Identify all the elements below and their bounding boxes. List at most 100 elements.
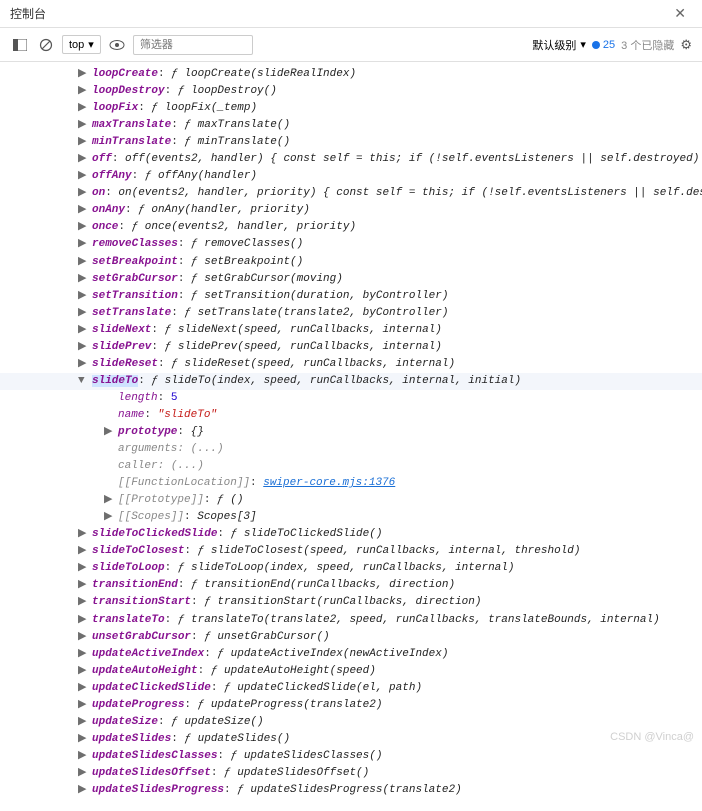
source-link[interactable]: swiper-core.mjs:1376 bbox=[263, 477, 395, 489]
expand-arrow-icon[interactable]: ▶ bbox=[104, 492, 112, 509]
expand-arrow-icon[interactable]: ▶ bbox=[78, 66, 86, 83]
expand-arrow-icon[interactable]: ▶ bbox=[78, 185, 86, 202]
property-row[interactable]: ▶translateTo: ƒ translateTo(translate2, … bbox=[0, 612, 702, 629]
property-row[interactable]: ▶unsetGrabCursor: ƒ unsetGrabCursor() bbox=[0, 629, 702, 646]
property-row[interactable]: ▼slideTo: ƒ slideTo(index, speed, runCal… bbox=[0, 373, 702, 390]
property-row[interactable]: ▶updateSize: ƒ updateSize() bbox=[0, 714, 702, 731]
expand-arrow-icon[interactable]: ▶ bbox=[78, 577, 86, 594]
expand-arrow-icon[interactable]: ▶ bbox=[78, 697, 86, 714]
close-icon[interactable]: ✕ bbox=[668, 3, 692, 24]
property-row[interactable]: ▶transitionStart: ƒ transitionStart(runC… bbox=[0, 594, 702, 611]
property-row[interactable]: ▶updateSlides: ƒ updateSlides() bbox=[0, 731, 702, 748]
context-selector[interactable]: top ▾ bbox=[62, 35, 101, 54]
property-row[interactable]: ▶loopDestroy: ƒ loopDestroy() bbox=[0, 83, 702, 100]
expand-arrow-icon[interactable]: ▶ bbox=[78, 339, 86, 356]
property-row[interactable]: ▶onAny: ƒ onAny(handler, priority) bbox=[0, 202, 702, 219]
property-value: ƒ slideToClickedSlide() bbox=[231, 528, 383, 540]
property-row[interactable]: ▶updateSlidesClasses: ƒ updateSlidesClas… bbox=[0, 748, 702, 765]
property-row[interactable]: ▶updateSlidesOffset: ƒ updateSlidesOffse… bbox=[0, 765, 702, 782]
property-name: on bbox=[92, 187, 105, 199]
expand-arrow-icon[interactable]: ▶ bbox=[78, 543, 86, 560]
expand-arrow-icon[interactable]: ▶ bbox=[78, 271, 86, 288]
expand-arrow-icon[interactable]: ▶ bbox=[78, 560, 86, 577]
property-detail[interactable]: ▶[[Prototype]]: ƒ () bbox=[0, 492, 702, 509]
expand-arrow-icon[interactable]: ▶ bbox=[78, 219, 86, 236]
property-row[interactable]: ▶slideNext: ƒ slideNext(speed, runCallba… bbox=[0, 322, 702, 339]
expand-arrow-icon[interactable]: ▶ bbox=[78, 731, 86, 748]
property-row[interactable]: ▶slidePrev: ƒ slidePrev(speed, runCallba… bbox=[0, 339, 702, 356]
expand-arrow-icon[interactable]: ▼ bbox=[78, 373, 85, 390]
property-name: updateSlidesOffset bbox=[92, 767, 211, 779]
property-row[interactable]: ▶minTranslate: ƒ minTranslate() bbox=[0, 134, 702, 151]
property-row[interactable]: ▶slideToLoop: ƒ slideToLoop(index, speed… bbox=[0, 560, 702, 577]
log-level-selector[interactable]: 默认级别 ▾ bbox=[532, 37, 586, 53]
expand-arrow-icon[interactable]: ▶ bbox=[104, 424, 112, 441]
property-row[interactable]: ▶setGrabCursor: ƒ setGrabCursor(moving) bbox=[0, 271, 702, 288]
expand-arrow-icon[interactable]: ▶ bbox=[78, 134, 86, 151]
property-row[interactable]: ▶off: off(events2, handler) { const self… bbox=[0, 151, 702, 168]
property-row[interactable]: ▶updateActiveIndex: ƒ updateActiveIndex(… bbox=[0, 646, 702, 663]
property-row[interactable]: ▶setTranslate: ƒ setTranslate(translate2… bbox=[0, 305, 702, 322]
property-row[interactable]: ▶slideReset: ƒ slideReset(speed, runCall… bbox=[0, 356, 702, 373]
property-value: ƒ updateClickedSlide(el, path) bbox=[224, 682, 422, 694]
expand-arrow-icon[interactable]: ▶ bbox=[78, 680, 86, 697]
expand-arrow-icon[interactable]: ▶ bbox=[78, 288, 86, 305]
property-detail[interactable]: ▶prototype: {} bbox=[0, 424, 702, 441]
expand-arrow-icon[interactable]: ▶ bbox=[78, 356, 86, 373]
expand-arrow-icon[interactable]: ▶ bbox=[78, 236, 86, 253]
expand-arrow-icon[interactable]: ▶ bbox=[78, 100, 86, 117]
property-row[interactable]: ▶updateProgress: ƒ updateProgress(transl… bbox=[0, 697, 702, 714]
property-row[interactable]: ▶updateClickedSlide: ƒ updateClickedSlid… bbox=[0, 680, 702, 697]
expand-arrow-icon[interactable]: ▶ bbox=[78, 117, 86, 134]
property-row[interactable]: ▶loopFix: ƒ loopFix(_temp) bbox=[0, 100, 702, 117]
expand-arrow-icon[interactable]: ▶ bbox=[104, 509, 112, 526]
property-row[interactable]: ▶updateAutoHeight: ƒ updateAutoHeight(sp… bbox=[0, 663, 702, 680]
expand-arrow-icon[interactable]: ▶ bbox=[78, 782, 86, 799]
live-expression-icon[interactable] bbox=[107, 35, 127, 55]
expand-arrow-icon[interactable]: ▶ bbox=[78, 663, 86, 680]
issues-badge[interactable]: 25 bbox=[592, 39, 615, 51]
property-value: ƒ translateTo(translate2, speed, runCall… bbox=[178, 614, 660, 626]
issues-dot-icon bbox=[592, 41, 600, 49]
property-row[interactable]: ▶setBreakpoint: ƒ setBreakpoint() bbox=[0, 254, 702, 271]
expand-arrow-icon[interactable]: ▶ bbox=[78, 748, 86, 765]
property-detail: arguments: (...) bbox=[0, 441, 702, 458]
property-detail[interactable]: ▶[[Scopes]]: Scopes[3] bbox=[0, 509, 702, 526]
property-row[interactable]: ▶on: on(events2, handler, priority) { co… bbox=[0, 185, 702, 202]
expand-arrow-icon[interactable]: ▶ bbox=[78, 526, 86, 543]
log-level-label: 默认级别 bbox=[532, 37, 576, 53]
property-name: maxTranslate bbox=[92, 119, 171, 131]
expand-arrow-icon[interactable]: ▶ bbox=[78, 168, 86, 185]
toggle-sidebar-icon[interactable] bbox=[10, 35, 30, 55]
expand-arrow-icon[interactable]: ▶ bbox=[78, 765, 86, 782]
property-row[interactable]: ▶transitionEnd: ƒ transitionEnd(runCallb… bbox=[0, 577, 702, 594]
expand-arrow-icon[interactable]: ▶ bbox=[78, 612, 86, 629]
property-name: offAny bbox=[92, 170, 132, 182]
expand-arrow-icon[interactable]: ▶ bbox=[78, 151, 86, 168]
property-name: updateProgress bbox=[92, 699, 184, 711]
hidden-messages-count[interactable]: 3 个已隐藏 bbox=[621, 37, 674, 53]
property-detail: [[FunctionLocation]]: swiper-core.mjs:13… bbox=[0, 475, 702, 492]
expand-arrow-icon[interactable]: ▶ bbox=[78, 629, 86, 646]
expand-arrow-icon[interactable]: ▶ bbox=[78, 714, 86, 731]
property-row[interactable]: ▶setTransition: ƒ setTransition(duration… bbox=[0, 288, 702, 305]
gear-icon[interactable]: ⚙ bbox=[680, 37, 692, 53]
property-row[interactable]: ▶updateSlidesProgress: ƒ updateSlidesPro… bbox=[0, 782, 702, 799]
expand-arrow-icon[interactable]: ▶ bbox=[78, 322, 86, 339]
filter-input[interactable] bbox=[133, 35, 253, 55]
expand-arrow-icon[interactable]: ▶ bbox=[78, 83, 86, 100]
expand-arrow-icon[interactable]: ▶ bbox=[78, 254, 86, 271]
property-value: ƒ transitionStart(runCallbacks, directio… bbox=[204, 596, 481, 608]
property-row[interactable]: ▶slideToClosest: ƒ slideToClosest(speed,… bbox=[0, 543, 702, 560]
property-row[interactable]: ▶offAny: ƒ offAny(handler) bbox=[0, 168, 702, 185]
expand-arrow-icon[interactable]: ▶ bbox=[78, 594, 86, 611]
property-row[interactable]: ▶once: ƒ once(events2, handler, priority… bbox=[0, 219, 702, 236]
property-row[interactable]: ▶maxTranslate: ƒ maxTranslate() bbox=[0, 117, 702, 134]
expand-arrow-icon[interactable]: ▶ bbox=[78, 202, 86, 219]
property-row[interactable]: ▶slideToClickedSlide: ƒ slideToClickedSl… bbox=[0, 526, 702, 543]
property-row[interactable]: ▶loopCreate: ƒ loopCreate(slideRealIndex… bbox=[0, 66, 702, 83]
clear-console-icon[interactable] bbox=[36, 35, 56, 55]
expand-arrow-icon[interactable]: ▶ bbox=[78, 646, 86, 663]
expand-arrow-icon[interactable]: ▶ bbox=[78, 305, 86, 322]
property-row[interactable]: ▶removeClasses: ƒ removeClasses() bbox=[0, 236, 702, 253]
